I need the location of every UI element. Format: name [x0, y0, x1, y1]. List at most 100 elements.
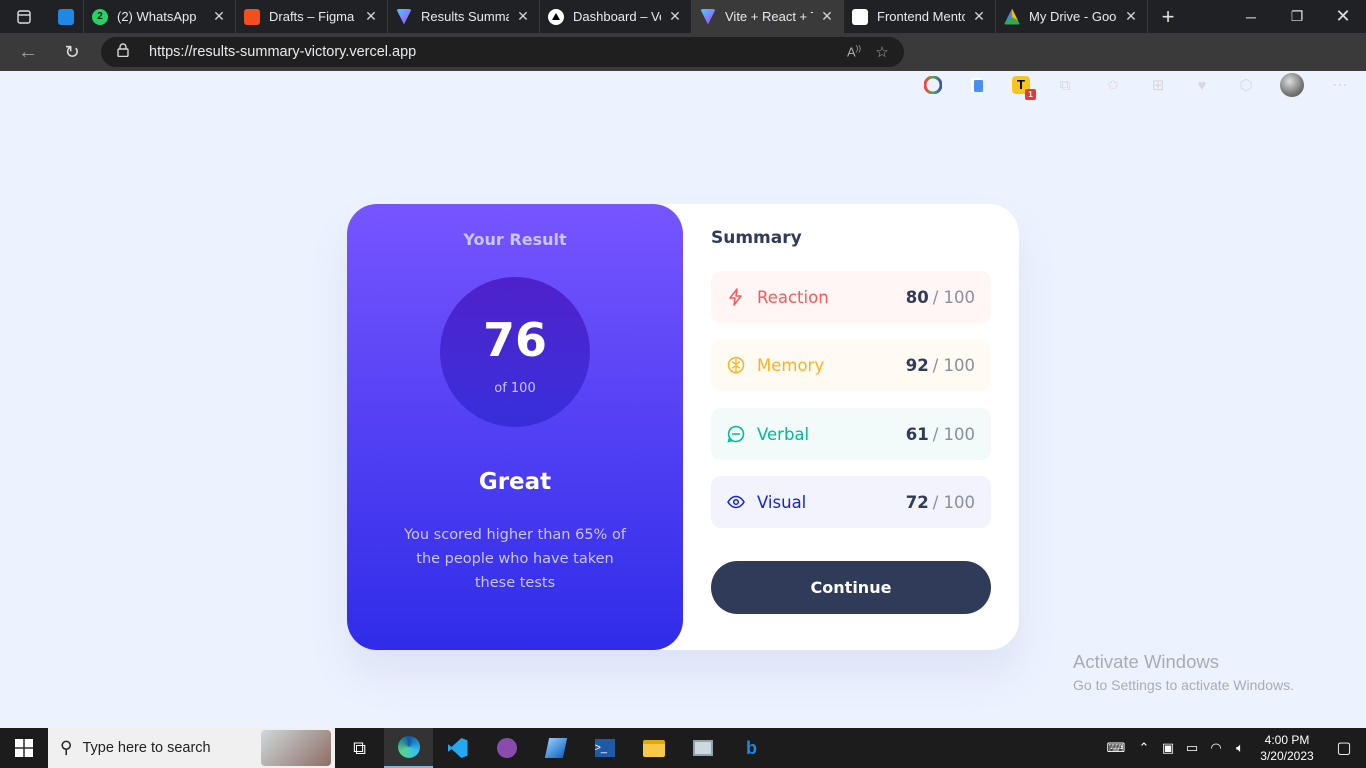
tab-frontend-mentor[interactable]: Frontend Mentor ✕ — [844, 0, 996, 33]
security-icon[interactable]: ▣ — [1156, 740, 1180, 756]
extensions-icon[interactable]: ⧉ — [1053, 73, 1077, 97]
summary-score: 80 — [905, 287, 929, 307]
volume-icon[interactable]: 🔈︎ — [1228, 740, 1252, 756]
favorites-icon[interactable]: ✩ — [1101, 73, 1125, 97]
close-tab-icon[interactable]: ✕ — [515, 8, 531, 25]
tab-title: Frontend Mentor — [877, 9, 965, 24]
github-icon — [496, 738, 517, 758]
more-options-icon[interactable]: ⋯ — [1328, 73, 1352, 97]
tab-pinned[interactable] — [48, 0, 84, 33]
address-bar[interactable]: https://results-summary-victory.vercel.a… — [101, 37, 904, 67]
summary-score: 92 — [905, 355, 929, 375]
taskbar-bing[interactable]: b — [727, 728, 776, 768]
clock[interactable]: 4:00 PM 3/20/2023 — [1252, 732, 1322, 764]
tab-whatsapp[interactable]: 2 (2) WhatsApp ✕ — [84, 0, 236, 33]
tab-results-summary[interactable]: Results Summary ✕ — [388, 0, 540, 33]
taskbar-vscode[interactable] — [433, 728, 482, 768]
search-highlight-image — [261, 730, 331, 766]
restore-button[interactable]: ❐ — [1274, 0, 1320, 33]
tab-vite-react-ts[interactable]: Vite + React + TS ✕ — [692, 0, 844, 33]
notifications-icon[interactable]: ▢ — [1322, 738, 1366, 758]
summary-score: 72 — [905, 492, 929, 512]
result-description: You scored higher than 65% of the people… — [404, 527, 626, 591]
windows-icon — [15, 739, 33, 757]
close-tab-icon[interactable]: ✕ — [1123, 8, 1139, 25]
close-tab-icon[interactable]: ✕ — [819, 8, 835, 25]
vscode-icon — [447, 738, 468, 758]
plus-icon: + — [1161, 3, 1175, 29]
folder-icon — [642, 739, 665, 757]
refresh-button[interactable]: ↻ — [50, 33, 94, 71]
back-button[interactable]: ← — [6, 33, 50, 71]
close-tab-icon[interactable]: ✕ — [363, 8, 379, 25]
close-tab-icon[interactable]: ✕ — [971, 8, 987, 25]
tab-vercel-dashboard[interactable]: Dashboard – Vercel ✕ — [540, 0, 692, 33]
taskbar-search[interactable]: ⚲ Type here to search — [48, 728, 335, 768]
chevron-up-icon[interactable]: ⌃ — [1132, 740, 1156, 756]
search-icon: ⚲ — [60, 738, 73, 757]
clock-date: 3/20/2023 — [1260, 749, 1314, 763]
bing-icon: b — [746, 737, 757, 758]
edge-shield-icon[interactable]: ⬡ — [1234, 73, 1258, 97]
refresh-icon: ↻ — [64, 41, 80, 62]
close-tab-icon[interactable]: ✕ — [211, 8, 227, 25]
summary-max: / 100 — [932, 287, 975, 307]
summary-row-reaction: Reaction 80 / 100 — [711, 271, 991, 323]
close-icon: ✕ — [1335, 6, 1351, 26]
activate-windows-watermark: Activate Windows Go to Settings to activ… — [1073, 651, 1294, 693]
collections-extension-icon[interactable] — [965, 73, 989, 97]
whatsapp-icon: 2 — [92, 8, 108, 25]
battery-icon[interactable]: ▭ — [1180, 740, 1204, 756]
eye-icon — [727, 493, 745, 511]
search-placeholder: Type here to search — [82, 740, 211, 756]
tab-google-drive[interactable]: My Drive - Google Drive ✕ — [996, 0, 1148, 33]
system-tray: ⌨ ⌃ ▣ ▭ ◠ 🔈︎ 4:00 PM 3/20/2023 ▢ — [1100, 728, 1366, 768]
summary-label: Memory — [757, 355, 825, 375]
tab-actions-icon — [17, 9, 31, 24]
t-extension-icon[interactable]: T1 — [1009, 73, 1036, 100]
score-max: of 100 — [494, 381, 536, 396]
rating-title: Great — [478, 469, 552, 495]
start-button[interactable] — [0, 728, 48, 768]
health-icon[interactable]: ♥ — [1190, 73, 1214, 97]
watermark-title: Activate Windows — [1073, 651, 1219, 672]
summary-row-memory: Memory 92 / 100 — [711, 339, 991, 391]
tab-figma[interactable]: Drafts – Figma ✕ — [236, 0, 388, 33]
taskbar-edge[interactable] — [384, 728, 433, 768]
tab-title: Drafts – Figma — [269, 9, 355, 24]
frontend-mentor-icon — [852, 8, 868, 25]
taskbar-file-explorer[interactable] — [629, 728, 678, 768]
vite-icon — [700, 8, 716, 25]
browser-tab-bar: 2 (2) WhatsApp ✕ Drafts – Figma ✕ Result… — [0, 0, 1366, 33]
pinned-app-icon — [58, 8, 74, 25]
tab-title: Dashboard – Vercel — [573, 9, 661, 24]
continue-button[interactable]: Continue — [711, 561, 991, 614]
taskbar-app-2[interactable] — [678, 728, 727, 768]
add-favorite-icon[interactable]: ☆ — [868, 43, 896, 61]
profile-avatar[interactable] — [1280, 73, 1304, 97]
close-tab-icon[interactable]: ✕ — [667, 8, 683, 25]
wifi-icon[interactable]: ◠ — [1204, 740, 1228, 756]
close-window-button[interactable]: ✕ — [1320, 0, 1366, 33]
edge-icon — [397, 736, 420, 758]
read-aloud-icon[interactable]: A)) — [840, 44, 868, 59]
color-extension-icon[interactable] — [921, 73, 945, 97]
taskbar-github-desktop[interactable] — [482, 728, 531, 768]
minimize-button[interactable]: ─ — [1228, 0, 1274, 33]
score-circle: 76 of 100 — [440, 277, 590, 427]
summary-label: Visual — [757, 492, 807, 512]
new-tab-button[interactable]: + — [1148, 4, 1188, 30]
task-view-button[interactable]: ⧉ — [335, 728, 384, 768]
vercel-icon — [548, 8, 564, 25]
url-text[interactable]: https://results-summary-victory.vercel.a… — [149, 44, 840, 60]
lightning-icon — [727, 288, 745, 306]
taskbar-app[interactable] — [531, 728, 580, 768]
tab-actions-button[interactable] — [0, 0, 48, 33]
summary-max: / 100 — [932, 424, 975, 444]
tab-title: Vite + React + TS — [725, 9, 813, 24]
taskbar-powershell[interactable]: >_ — [580, 728, 629, 768]
keyboard-icon[interactable]: ⌨ — [1100, 740, 1132, 756]
browser-toolbar: ← ↻ https://results-summary-victory.verc… — [0, 33, 1366, 100]
collections-icon[interactable]: ⊞ — [1146, 73, 1170, 97]
result-panel: Your Result 76 of 100 Great You scored h… — [347, 204, 683, 650]
